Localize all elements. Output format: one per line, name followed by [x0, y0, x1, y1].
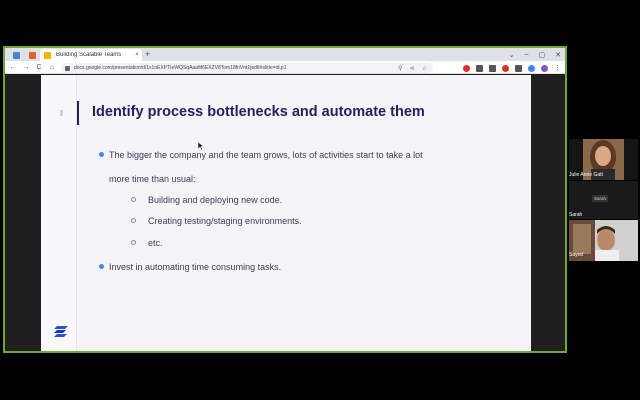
extension-record-icon[interactable]: [502, 64, 509, 72]
browser-menu-icon[interactable]: ⋮: [554, 64, 561, 72]
company-logo-icon: [54, 326, 68, 337]
url-text: docs.google.com/presentation/d/1x1nEXPTI…: [74, 65, 287, 71]
participant-name: Sarah: [569, 212, 583, 218]
tab-search-icon[interactable]: ⌄: [509, 51, 515, 59]
bullet-2: Invest in automating time consuming task…: [109, 262, 282, 272]
sub-bullet-1: Building and deploying new code.: [148, 195, 283, 205]
presentation-viewport: Identify process bottlenecks and automat…: [5, 75, 565, 351]
shared-screen: Building Scalable Teams × + ⌄ – ▢ ✕ ← → …: [3, 46, 567, 353]
docs-icon: [12, 52, 20, 59]
back-button[interactable]: ←: [7, 61, 19, 74]
participant-name: Julie Anne Gatt: [569, 172, 603, 178]
maximize-button[interactable]: ▢: [539, 51, 546, 59]
gutter-marker: [60, 110, 63, 116]
extensions-puzzle-icon[interactable]: [515, 64, 522, 72]
browser-tabbar: Building Scalable Teams × + ⌄ – ▢ ✕: [5, 48, 565, 61]
title-accent-bar: [77, 101, 79, 125]
zoom-icon[interactable]: ⚲: [398, 65, 402, 72]
sub-bullet-icon: [131, 240, 136, 245]
home-button[interactable]: ⌂: [46, 61, 58, 74]
tab-title: Building Scalable Teams: [56, 52, 122, 58]
address-bar: ← → C ⌂ docs.google.com/presentation/d/1…: [5, 61, 565, 74]
new-tab-button[interactable]: +: [145, 49, 150, 60]
bullet-icon: [99, 152, 104, 157]
close-window-button[interactable]: ✕: [555, 51, 561, 59]
meeting-screen: Building Scalable Teams × + ⌄ – ▢ ✕ ← → …: [0, 0, 640, 400]
tab-docs[interactable]: [7, 50, 25, 61]
sub-bullet-icon: [131, 218, 136, 223]
tab-active[interactable]: Building Scalable Teams ×: [40, 49, 142, 61]
extension-blue-icon[interactable]: [528, 64, 535, 72]
bullet-1-line-2: more time than usual:: [109, 174, 196, 184]
extension-grid-icon[interactable]: [489, 64, 496, 72]
slides-icon: [44, 51, 51, 59]
participant-center-label: Sarah: [592, 195, 609, 202]
bookmark-star-icon[interactable]: ☆: [422, 65, 427, 72]
share-icon[interactable]: ⋖: [410, 65, 415, 72]
tab-close-icon[interactable]: ×: [132, 52, 142, 58]
bullet-icon: [99, 264, 104, 269]
slide-title: Identify process bottlenecks and automat…: [92, 104, 425, 120]
lock-icon: [65, 65, 70, 71]
sub-bullet-3: etc.: [148, 238, 163, 248]
participant-name: Sayed: [569, 252, 584, 258]
minimize-button[interactable]: –: [525, 51, 529, 58]
tab-other[interactable]: [25, 50, 39, 61]
favicon-icon: [28, 52, 36, 59]
url-input[interactable]: docs.google.com/presentation/d/1x1nEXPTI…: [61, 63, 433, 73]
extension-media-icon[interactable]: [476, 64, 483, 72]
participant-tile-julie[interactable]: Julie Anne Gatt: [569, 139, 638, 180]
extension-red-icon[interactable]: [463, 64, 470, 72]
profile-avatar-icon[interactable]: [541, 64, 548, 72]
slide-left-gutter: [41, 75, 77, 351]
reload-button[interactable]: C: [33, 61, 45, 74]
window-controls: ⌄ – ▢ ✕: [509, 48, 561, 61]
forward-button[interactable]: →: [20, 61, 32, 74]
bullet-1-line-1: The bigger the company and the team grow…: [109, 150, 423, 160]
mouse-cursor-icon: [198, 142, 204, 150]
extensions: ⋮: [463, 63, 561, 73]
sub-bullet-2: Creating testing/staging environments.: [148, 216, 302, 226]
participant-tile-sayed[interactable]: Sayed: [569, 220, 638, 261]
sub-bullet-icon: [131, 197, 136, 202]
